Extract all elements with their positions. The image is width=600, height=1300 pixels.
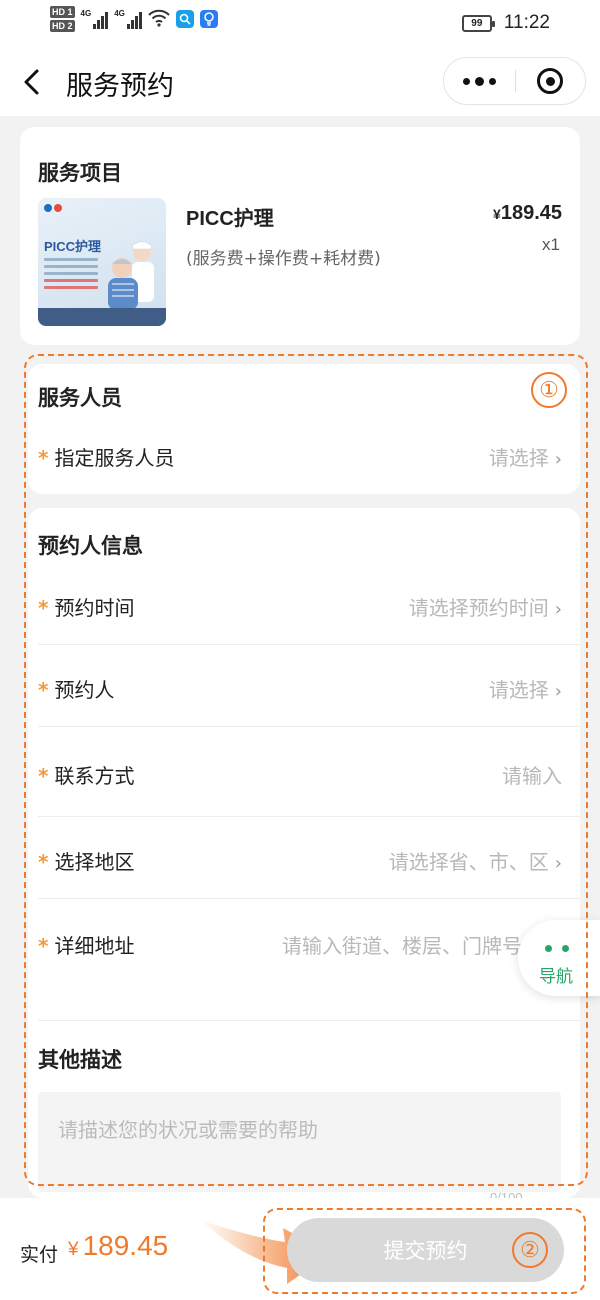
mini-program-capsule — [443, 57, 586, 105]
service-section-title: 服务项目 — [38, 161, 122, 185]
battery-level: 99 — [471, 17, 483, 29]
signal-icon: 4G — [81, 9, 109, 29]
more-dot-center — [474, 76, 484, 86]
page-title: 服务预约 — [66, 71, 174, 102]
close-target-icon[interactable] — [537, 68, 563, 94]
hospital-logo-icon — [44, 204, 62, 212]
hd2-badge: HD 2 — [50, 20, 75, 32]
price-value: 189.45 — [500, 202, 562, 224]
nurse-patient-illustration — [108, 241, 154, 310]
capsule-divider — [515, 70, 516, 92]
bulb-app-icon — [199, 10, 218, 28]
hd1-badge: HD 1 — [50, 6, 75, 18]
signal-icon-2: 4G — [114, 9, 142, 29]
battery-icon: 99 — [461, 14, 495, 32]
status-right: 99 11:22 — [461, 12, 550, 34]
status-bar: HD 1 HD 2 4G 4G 99 11:22 — [0, 0, 600, 48]
service-name: PICC护理 — [186, 208, 274, 230]
hd-indicators: HD 1 HD 2 — [50, 6, 75, 32]
thumbnail-title: PICC护理 — [44, 239, 102, 254]
service-item-card: 服务项目 PICC护理 PICC护理 (服务费+操作费+耗材费) ¥189.45… — [20, 127, 580, 345]
pay-label: 实付 — [20, 1244, 59, 1266]
clock: 11:22 — [503, 12, 550, 33]
more-dot-right — [488, 77, 496, 85]
currency-symbol: ¥ — [493, 206, 501, 222]
close-target-dot — [545, 76, 555, 86]
more-menu-button[interactable] — [444, 58, 514, 104]
wifi-icon — [148, 9, 170, 32]
pay-amount-value: 189.45 — [82, 1230, 169, 1261]
status-left: HD 1 HD 2 4G 4G — [50, 6, 218, 32]
annotation-number-2: ② — [512, 1232, 548, 1268]
thumbnail-text-lines — [44, 258, 98, 293]
thumbnail-footer-band — [38, 308, 166, 326]
currency-symbol: ¥ — [68, 1239, 79, 1260]
search-app-icon — [175, 10, 194, 28]
network-type-label-2: 4G — [114, 9, 125, 18]
service-price: ¥189.45 — [493, 202, 562, 225]
back-arrow-icon[interactable] — [22, 68, 42, 96]
more-dots-icon — [462, 77, 470, 85]
annotation-box-1 — [24, 354, 588, 1186]
bottom-bar: 实付 ¥189.45 提交预约 ② — [0, 1198, 600, 1300]
service-thumbnail[interactable]: PICC护理 — [38, 198, 166, 326]
service-description: (服务费+操作费+耗材费) — [186, 249, 381, 269]
service-quantity: x1 — [542, 235, 560, 254]
pay-amount: ¥189.45 — [68, 1230, 168, 1262]
annotation-number-1: ① — [531, 372, 567, 408]
network-type-label: 4G — [80, 9, 92, 18]
nav-bar: 服务预约 — [0, 48, 600, 116]
